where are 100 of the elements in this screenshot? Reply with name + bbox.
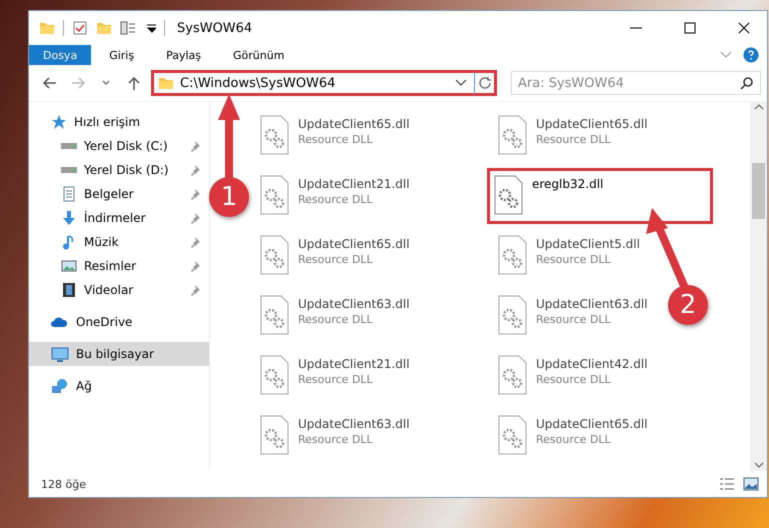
pin-icon bbox=[189, 163, 201, 177]
pin-icon bbox=[189, 139, 201, 153]
download-arrow-icon bbox=[61, 210, 77, 226]
sidebar-item[interactable]: Müzik bbox=[29, 230, 209, 254]
gear-file-icon bbox=[494, 175, 524, 215]
file-name: UpdateClient5.dll bbox=[536, 237, 640, 251]
properties-icon bbox=[120, 20, 136, 36]
folder-icon bbox=[39, 20, 55, 36]
sidebar-item[interactable]: Yerel Disk (D:) bbox=[29, 158, 209, 182]
refresh-icon bbox=[478, 76, 492, 90]
sidebar-item[interactable]: İndirmeler bbox=[29, 206, 209, 230]
pin-icon bbox=[189, 259, 201, 273]
file-item[interactable]: UpdateClient65.dll Resource DLL bbox=[253, 108, 417, 164]
maximize-icon bbox=[683, 21, 697, 35]
window-title: SysWOW64 bbox=[177, 20, 254, 36]
file-type: Resource DLL bbox=[298, 193, 374, 206]
file-type: Resource DLL bbox=[536, 313, 612, 326]
film-icon bbox=[61, 282, 77, 298]
minimize-icon bbox=[630, 27, 642, 29]
file-item[interactable]: UpdateClient21.dll Resource DLL bbox=[253, 348, 417, 404]
file-icon bbox=[260, 415, 290, 455]
search-icon bbox=[740, 76, 754, 90]
document-icon bbox=[61, 186, 77, 202]
sidebar-item[interactable]: Videolar bbox=[29, 278, 209, 302]
file-icon bbox=[498, 235, 528, 275]
file-item[interactable]: UpdateClient42.dll Resource DLL bbox=[491, 348, 655, 404]
help-icon bbox=[743, 47, 759, 63]
sidebar-item[interactable]: Ağ bbox=[29, 374, 209, 398]
file-name: UpdateClient65.dll bbox=[298, 237, 410, 251]
star-icon bbox=[51, 114, 67, 130]
file-name: UpdateClient65.dll bbox=[536, 417, 648, 431]
file-name: UpdateClient63.dll bbox=[536, 297, 648, 311]
refresh-button[interactable] bbox=[474, 72, 494, 94]
file-name: UpdateClient63.dll bbox=[298, 417, 410, 431]
file-icon bbox=[498, 355, 528, 395]
file-item[interactable]: UpdateClient63.dll Resource DLL bbox=[253, 408, 417, 464]
sidebar-item[interactable]: OneDrive bbox=[29, 310, 209, 334]
item-count: 128 öğe bbox=[41, 478, 87, 490]
forward-arrow-icon bbox=[70, 75, 86, 91]
scrollbar-thumb[interactable] bbox=[752, 162, 765, 218]
pin-icon bbox=[189, 187, 201, 201]
monitor-icon bbox=[51, 346, 69, 362]
pin-slot[interactable] bbox=[189, 211, 201, 225]
file-type: Resource DLL bbox=[298, 433, 374, 446]
close-icon bbox=[737, 21, 751, 35]
pin-slot[interactable] bbox=[189, 163, 201, 177]
sidebar-item[interactable]: Yerel Disk (C:) bbox=[29, 134, 209, 158]
file-name: UpdateClient21.dll bbox=[298, 357, 410, 371]
folder-icon bbox=[96, 20, 112, 36]
file-name: UpdateClient65.dll bbox=[536, 117, 648, 131]
file-type: Resource DLL bbox=[536, 373, 612, 386]
pin-slot[interactable] bbox=[189, 187, 201, 201]
file-icon bbox=[260, 175, 290, 215]
ribbon-tab[interactable]: Giriş bbox=[95, 45, 148, 65]
file-item[interactable]: UpdateClient65.dll Resource DLL bbox=[491, 408, 655, 464]
ribbon-tab[interactable]: Görünüm bbox=[219, 45, 298, 65]
sidebar-item[interactable]: Belgeler bbox=[29, 182, 209, 206]
file-item[interactable]: UpdateClient63.dll Resource DLL bbox=[491, 288, 655, 344]
file-type: Resource DLL bbox=[298, 373, 374, 386]
folder-icon bbox=[158, 75, 174, 91]
file-item[interactable]: UpdateClient21.dll Resource DLL bbox=[253, 168, 417, 224]
file-name: UpdateClient21.dll bbox=[298, 177, 410, 191]
picture-icon bbox=[61, 258, 77, 274]
sidebar-item[interactable]: Hızlı erişim bbox=[29, 110, 209, 134]
large-icons-view-icon bbox=[743, 476, 759, 492]
ribbon-tab[interactable]: Paylaş bbox=[152, 45, 215, 65]
file-item[interactable]: UpdateClient65.dll Resource DLL bbox=[491, 108, 655, 164]
sidebar-item[interactable]: Bu bilgisayar bbox=[29, 342, 209, 366]
ribbon-tab[interactable]: Dosya bbox=[29, 45, 92, 65]
file-icon bbox=[498, 295, 528, 335]
pin-slot[interactable] bbox=[189, 139, 201, 153]
file-name: UpdateClient42.dll bbox=[536, 357, 648, 371]
file-icon bbox=[260, 115, 290, 155]
pin-slot[interactable] bbox=[189, 283, 201, 297]
pin-icon bbox=[189, 283, 201, 297]
search-placeholder: Ara: SysWOW64 bbox=[518, 76, 625, 90]
sidebar-item[interactable]: Resimler bbox=[29, 254, 209, 278]
file-item[interactable]: UpdateClient5.dll Resource DLL bbox=[491, 228, 647, 284]
details-view-icon bbox=[719, 476, 735, 492]
pin-icon bbox=[189, 235, 201, 249]
up-arrow-icon bbox=[126, 75, 142, 91]
pin-slot[interactable] bbox=[189, 235, 201, 249]
file-type: Resource DLL bbox=[536, 433, 612, 446]
pin-slot[interactable] bbox=[189, 259, 201, 273]
file-type: Resource DLL bbox=[298, 133, 374, 146]
file-icon bbox=[260, 355, 290, 395]
scrollbar[interactable] bbox=[750, 102, 767, 471]
file-type: Resource DLL bbox=[298, 313, 374, 326]
drive-icon bbox=[61, 167, 77, 173]
file-icon bbox=[498, 415, 528, 455]
file-name: ereglb32.dll bbox=[532, 177, 604, 191]
highlighted-file-item[interactable]: ereglb32.dll bbox=[487, 168, 713, 224]
file-icon bbox=[260, 235, 290, 275]
file-item[interactable]: UpdateClient65.dll Resource DLL bbox=[253, 228, 417, 284]
file-item[interactable]: UpdateClient63.dll Resource DLL bbox=[253, 288, 417, 344]
drive-icon bbox=[61, 143, 77, 149]
file-icon bbox=[498, 115, 528, 155]
address-field[interactable]: C:\Windows\SysWOW64 bbox=[151, 70, 497, 96]
file-name: UpdateClient63.dll bbox=[298, 297, 410, 311]
file-name: UpdateClient65.dll bbox=[298, 117, 410, 131]
